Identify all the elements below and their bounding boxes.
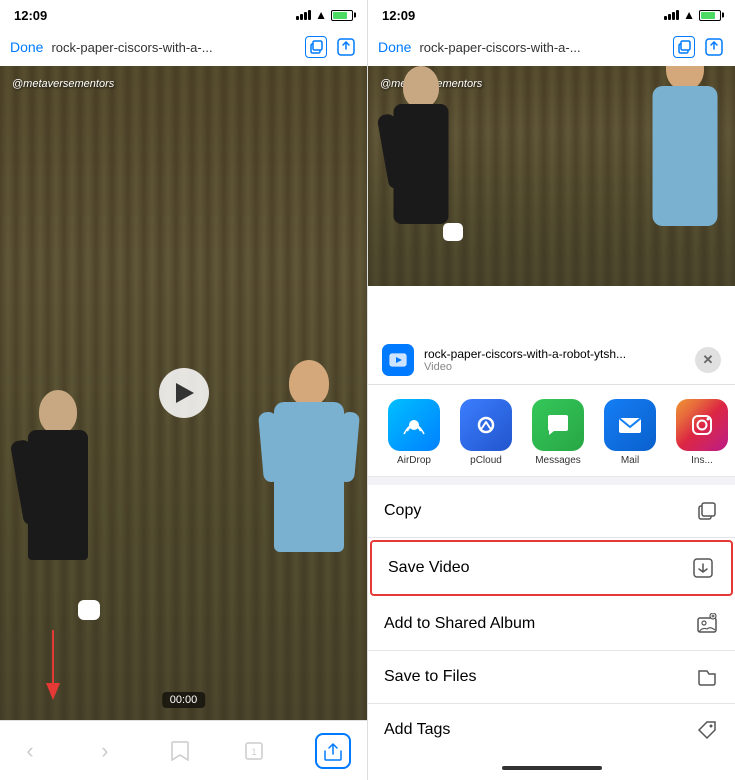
- svg-text:1: 1: [252, 747, 257, 757]
- right-battery-icon: [699, 10, 721, 21]
- left-done-button[interactable]: Done: [10, 39, 43, 55]
- battery-icon: [331, 10, 353, 21]
- messages-icon: [532, 399, 584, 451]
- add-shared-album-label: Add to Shared Album: [384, 615, 695, 633]
- airdrop-label: AirDrop: [397, 455, 431, 466]
- left-address-bar: Done rock-paper-ciscors-with-a-...: [0, 28, 367, 66]
- forward-button[interactable]: [91, 737, 119, 765]
- right-status-icons: ▲: [664, 8, 721, 22]
- home-bar: [502, 766, 602, 770]
- action-list: Copy Save Video: [368, 485, 735, 756]
- save-video-action[interactable]: Save Video: [370, 540, 733, 596]
- add-tags-icon: [695, 718, 719, 742]
- share-sheet-filetype: Video: [424, 361, 695, 373]
- copy-icon: [695, 499, 719, 523]
- left-status-icons: ▲: [296, 8, 353, 22]
- instagram-label: Ins...: [691, 455, 713, 466]
- left-phone: 12:09 ▲ Done rock-paper-ciscors-with-a-.…: [0, 0, 368, 780]
- add-tags-label: Add Tags: [384, 721, 695, 739]
- left-video[interactable]: @metaversementors 00:00: [0, 66, 367, 720]
- tabs-button[interactable]: 1: [240, 737, 268, 765]
- share-sheet: rock-paper-ciscors-with-a-robot-ytsh... …: [368, 332, 735, 780]
- app-icons-row: AirDrop pCloud: [368, 385, 735, 477]
- play-button[interactable]: [159, 368, 209, 418]
- save-to-files-action[interactable]: Save to Files: [368, 651, 735, 704]
- save-video-icon: [691, 556, 715, 580]
- left-copy-tab-button[interactable]: [305, 36, 327, 58]
- wifi-icon: ▲: [315, 8, 327, 22]
- left-timestamp: 00:00: [162, 692, 206, 708]
- home-indicator: [368, 756, 735, 780]
- pcloud-icon: [460, 399, 512, 451]
- share-sheet-title-block: rock-paper-ciscors-with-a-robot-ytsh... …: [424, 347, 695, 373]
- right-copy-tab-button[interactable]: [673, 36, 695, 58]
- instagram-icon: [676, 399, 728, 451]
- back-button[interactable]: [16, 737, 44, 765]
- messages-button[interactable]: Messages: [522, 399, 594, 466]
- right-time: 12:09: [382, 8, 415, 23]
- right-phone: 12:09 ▲ Done rock-paper-ciscors-with-a-.…: [368, 0, 735, 780]
- left-share-bottom-button[interactable]: [315, 733, 351, 769]
- right-done-button[interactable]: Done: [378, 39, 411, 55]
- pcloud-label: pCloud: [470, 455, 502, 466]
- airdrop-button[interactable]: AirDrop: [378, 399, 450, 466]
- pcloud-button[interactable]: pCloud: [450, 399, 522, 466]
- save-to-files-label: Save to Files: [384, 668, 695, 686]
- right-signal-icon: [664, 10, 679, 20]
- add-tags-action[interactable]: Add Tags: [368, 704, 735, 756]
- right-wifi-icon: ▲: [683, 8, 695, 22]
- shared-album-icon: [695, 612, 719, 636]
- messages-label: Messages: [535, 455, 581, 466]
- instagram-button[interactable]: Ins...: [666, 399, 735, 466]
- left-status-bar: 12:09 ▲: [0, 0, 367, 28]
- right-url-text: rock-paper-ciscors-with-a-...: [419, 40, 665, 55]
- save-video-label: Save Video: [388, 559, 691, 577]
- copy-label: Copy: [384, 502, 695, 520]
- mail-icon: [604, 399, 656, 451]
- left-watermark: @metaversementors: [12, 78, 114, 90]
- left-time: 12:09: [14, 8, 47, 23]
- share-sheet-filename: rock-paper-ciscors-with-a-robot-ytsh...: [424, 347, 695, 361]
- left-share-top-button[interactable]: [335, 36, 357, 58]
- right-address-bar: Done rock-paper-ciscors-with-a-...: [368, 28, 735, 66]
- copy-action[interactable]: Copy: [368, 485, 735, 538]
- add-shared-album-action[interactable]: Add to Shared Album: [368, 598, 735, 651]
- share-sheet-header: rock-paper-ciscors-with-a-robot-ytsh... …: [368, 332, 735, 385]
- share-sheet-close-button[interactable]: ✕: [695, 347, 721, 373]
- right-share-top-button[interactable]: [703, 36, 725, 58]
- left-bottom-bar: 1: [0, 720, 367, 780]
- bookmark-button[interactable]: [166, 737, 194, 765]
- left-url-text: rock-paper-ciscors-with-a-...: [51, 40, 297, 55]
- mail-label: Mail: [621, 455, 639, 466]
- right-status-bar: 12:09 ▲: [368, 0, 735, 28]
- airdrop-icon: [388, 399, 440, 451]
- right-video: @metaversementors: [368, 66, 735, 286]
- signal-icon: [296, 10, 311, 20]
- save-files-icon: [695, 665, 719, 689]
- share-sheet-video-icon: [382, 344, 414, 376]
- mail-button[interactable]: Mail: [594, 399, 666, 466]
